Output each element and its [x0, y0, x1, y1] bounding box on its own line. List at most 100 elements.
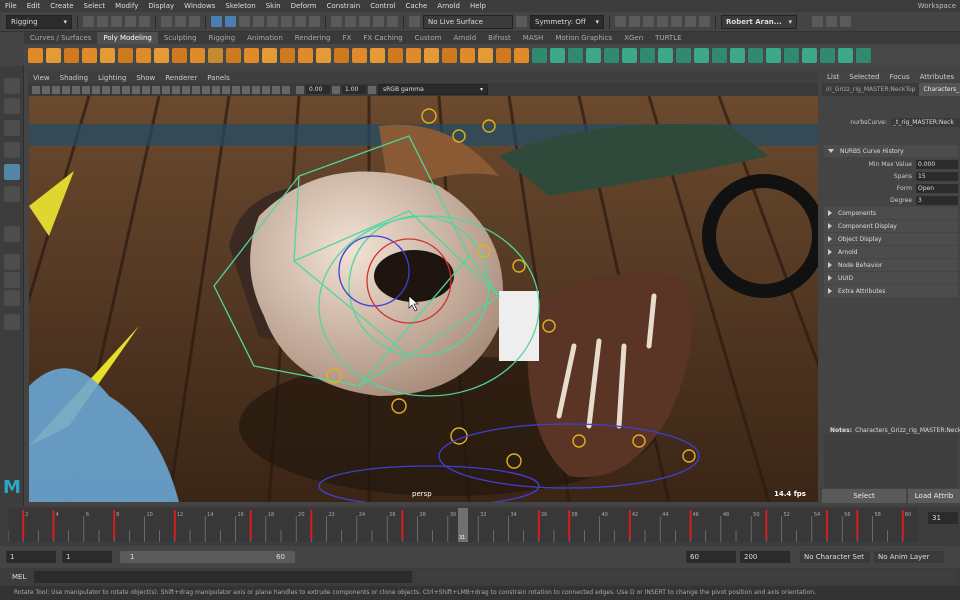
keyframe-marker[interactable] — [826, 510, 828, 540]
menu-control[interactable]: Control — [365, 2, 400, 10]
bake-icon[interactable] — [676, 47, 691, 63]
shelf-tab-rigging[interactable]: Rigging — [203, 32, 242, 44]
attr-value[interactable]: 15 — [916, 171, 958, 181]
shelf-tab-arnold[interactable]: Arnold — [448, 32, 483, 44]
keyframe-marker[interactable] — [401, 510, 404, 540]
paint-select-tool-icon[interactable] — [4, 120, 20, 136]
gamma-field[interactable]: 1.00 — [342, 85, 366, 94]
menu-display[interactable]: Display — [143, 2, 179, 10]
single-perspective-layout-icon[interactable] — [4, 254, 20, 270]
delete-edge-icon[interactable] — [820, 47, 835, 63]
combine-icon[interactable] — [262, 47, 277, 63]
attr-menu-list[interactable]: List — [822, 73, 844, 81]
section-components[interactable]: Components — [824, 207, 958, 219]
live-surface-icon[interactable] — [409, 16, 420, 27]
select-hierarchy-icon[interactable] — [161, 16, 172, 27]
menu-arnold[interactable]: Arnold — [432, 2, 465, 10]
select-tool-icon[interactable] — [4, 78, 20, 94]
shelf-tab-xgen[interactable]: XGen — [618, 32, 649, 44]
render-view-icon[interactable] — [671, 16, 682, 27]
playback-end-field[interactable]: 60 — [686, 551, 736, 563]
poly-disc-icon[interactable] — [136, 47, 151, 63]
resolution-gate-icon[interactable] — [92, 85, 100, 94]
sweep-mesh-icon[interactable] — [244, 47, 259, 63]
menu-deform[interactable]: Deform — [286, 2, 322, 10]
keyframe-marker[interactable] — [310, 510, 313, 540]
motion-blur-icon[interactable] — [222, 85, 230, 94]
field-chart-icon[interactable] — [112, 85, 120, 94]
keyframe-marker[interactable] — [22, 510, 25, 540]
fill-hole-icon[interactable] — [766, 47, 781, 63]
textured-icon[interactable] — [182, 85, 190, 94]
shadows-icon[interactable] — [202, 85, 210, 94]
node-tab-characters[interactable]: Characters_ — [919, 83, 960, 96]
uv-editor-icon[interactable] — [550, 47, 565, 63]
depth-of-field-icon[interactable] — [242, 85, 250, 94]
notes-textarea[interactable] — [824, 434, 958, 488]
live-surface-field[interactable]: No Live Surface — [423, 14, 513, 29]
keyframe-marker[interactable] — [173, 510, 176, 540]
crease-icon[interactable] — [838, 47, 853, 63]
snap-plane-icon[interactable] — [373, 16, 384, 27]
symmetry-icon[interactable] — [516, 16, 527, 27]
poly-plane-icon[interactable] — [118, 47, 133, 63]
select-button[interactable]: Select — [822, 489, 906, 503]
attr-menu-selected[interactable]: Selected — [844, 73, 884, 81]
menu-create[interactable]: Create — [45, 2, 78, 10]
collapse-icon[interactable] — [802, 47, 817, 63]
color-management-icon[interactable] — [368, 85, 376, 94]
anim-layer-dropdown[interactable]: No Anim Layer — [874, 551, 944, 563]
boolean-icon[interactable] — [496, 47, 511, 63]
panel-menu-lighting[interactable]: Lighting — [93, 74, 131, 82]
poly-sphere-icon[interactable] — [28, 47, 43, 63]
use-all-lights-icon[interactable] — [192, 85, 200, 94]
retopologize-icon[interactable] — [532, 47, 547, 63]
keyframe-marker[interactable] — [113, 510, 116, 540]
mask-handles-icon[interactable] — [211, 16, 222, 27]
menu-windows[interactable]: Windows — [179, 2, 220, 10]
mask-dynamics-icon[interactable] — [281, 16, 292, 27]
ambient-occlusion-icon[interactable] — [212, 85, 220, 94]
menu-cache[interactable]: Cache — [401, 2, 433, 10]
poly-superellipse-icon[interactable] — [172, 47, 187, 63]
current-frame-field[interactable]: 31 — [928, 512, 958, 524]
section-component-display[interactable]: Component Display — [824, 220, 958, 232]
svg-tool-icon[interactable] — [208, 47, 223, 63]
shelf-tab-animation[interactable]: Animation — [241, 32, 289, 44]
keyframe-marker[interactable] — [249, 510, 252, 540]
shelf-tab-custom[interactable]: Custom — [409, 32, 448, 44]
layout-icon[interactable] — [658, 47, 673, 63]
panel-menu-view[interactable]: View — [28, 74, 55, 82]
section-nurbs-curve-history[interactable]: NURBS Curve History — [824, 145, 958, 157]
help-icon[interactable] — [812, 16, 823, 27]
camera-attributes-icon[interactable] — [42, 85, 50, 94]
user-account-dropdown[interactable]: Robert Aran... ▾ — [721, 14, 797, 29]
poly-helix-icon[interactable] — [190, 47, 205, 63]
move-tool-icon[interactable] — [4, 142, 20, 158]
section-node-behavior[interactable]: Node Behavior — [824, 259, 958, 271]
append-icon[interactable] — [784, 47, 799, 63]
bevel-icon[interactable] — [316, 47, 331, 63]
cleanup-icon[interactable] — [712, 47, 727, 63]
image-plane-icon[interactable] — [62, 85, 70, 94]
keyframe-marker[interactable] — [689, 510, 692, 540]
panel-menu-panels[interactable]: Panels — [202, 74, 235, 82]
save-scene-icon[interactable] — [111, 16, 122, 27]
smooth-icon[interactable] — [298, 47, 313, 63]
keyframe-marker[interactable] — [765, 510, 768, 540]
time-slider-track[interactable]: 2 4 6 8 10 12 14 16 18 20 22 24 26 28 30 32 34 36 38 40 42 44… — [7, 508, 918, 542]
xray-active-components-icon[interactable] — [282, 85, 290, 94]
auto-map-icon[interactable] — [586, 47, 601, 63]
exposure-icon[interactable] — [296, 85, 304, 94]
transfer-icon[interactable] — [694, 47, 709, 63]
target-weld-icon[interactable] — [406, 47, 421, 63]
poly-platonic-icon[interactable] — [154, 47, 169, 63]
gate-mask-icon[interactable] — [102, 85, 110, 94]
menu-help[interactable]: Help — [465, 2, 491, 10]
scale-tool-icon[interactable] — [4, 186, 20, 202]
workspace-label[interactable]: Workspace — [918, 2, 960, 10]
bookmark-icon[interactable] — [52, 85, 60, 94]
shelf-tab-poly-modeling[interactable]: Poly Modeling — [97, 32, 158, 44]
reduce-icon[interactable] — [514, 47, 529, 63]
end-time-field[interactable]: 200 — [740, 551, 790, 563]
